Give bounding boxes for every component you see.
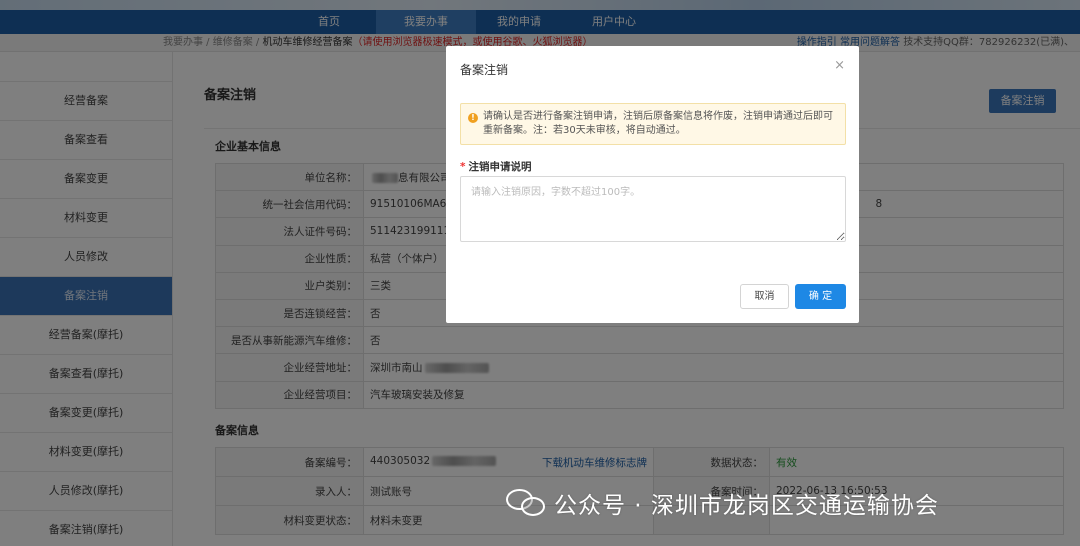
watermark-text: 公众号 · 深圳市龙岗区交通运输协会 <box>554 493 939 519</box>
required-mark: * <box>460 161 466 173</box>
warning-alert: ! 请确认是否进行备案注销申请，注销后原备案信息将作废，注销申请通过后即可重新备… <box>460 103 846 145</box>
confirm-button[interactable]: 确 定 <box>795 284 846 309</box>
cancel-button[interactable]: 取消 <box>740 284 789 309</box>
cancel-record-dialog: 备案注销 × ! 请确认是否进行备案注销申请，注销后原备案信息将作废，注销申请通… <box>446 46 859 323</box>
warning-icon: ! <box>468 113 478 123</box>
cancel-reason-textarea[interactable] <box>460 176 846 242</box>
alert-text: 请确认是否进行备案注销申请，注销后原备案信息将作废，注销申请通过后即可重新备案。… <box>483 111 833 136</box>
close-icon[interactable]: × <box>834 58 845 73</box>
watermark: 公众号 · 深圳市龙岗区交通运输协会 <box>506 483 939 523</box>
reason-label-text: 注销申请说明 <box>468 161 532 173</box>
dialog-title: 备案注销 <box>460 63 509 77</box>
wechat-icon <box>506 487 548 519</box>
reason-label: * 注销申请说明 <box>460 159 532 174</box>
